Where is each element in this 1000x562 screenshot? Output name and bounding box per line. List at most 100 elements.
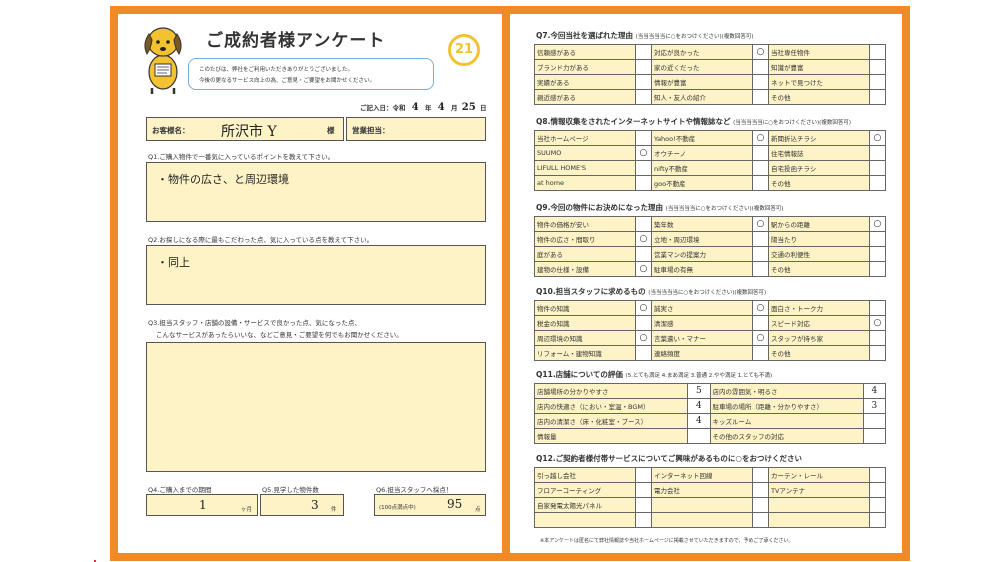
q12-option-label: [534, 512, 636, 528]
q11-option-label: 店内の雰囲気・明るさ: [709, 383, 864, 399]
q9-option-mark[interactable]: ○: [634, 261, 653, 277]
q11-option-mark[interactable]: [862, 428, 887, 444]
q12-option-mark[interactable]: [634, 467, 653, 483]
q4-answer-box[interactable]: 1 ヶ月: [146, 494, 258, 516]
q9-option-mark[interactable]: [751, 261, 770, 277]
q10-option-label: リフォーム・建物知識: [534, 345, 636, 361]
q7-option-mark[interactable]: [868, 74, 887, 90]
q10-option-mark[interactable]: ○: [751, 330, 770, 346]
q11-option-mark[interactable]: 4: [687, 398, 711, 414]
q9-option-mark[interactable]: [634, 246, 653, 262]
sales-staff-field[interactable]: 営業担当：: [346, 117, 486, 141]
q9-options-table: 物件の価格が安い 築年数 ○ 駅からの距離 ○ 物件の広さ・間取り ○ 立地・周辺環境 陽当たり…: [534, 216, 887, 277]
q8-option-mark[interactable]: [634, 175, 653, 191]
q8-option-mark[interactable]: ○: [868, 130, 887, 146]
q9-option-mark[interactable]: [751, 246, 770, 262]
q12-option-mark[interactable]: [751, 482, 770, 498]
q11-option-mark[interactable]: 5: [687, 383, 711, 399]
q7-option-mark[interactable]: [868, 59, 887, 75]
q10-option-label: 連絡頻度: [651, 345, 753, 361]
q2-answer-box[interactable]: ・同上: [146, 245, 486, 305]
q8-option-mark[interactable]: [634, 130, 653, 146]
q11-option-mark[interactable]: [862, 413, 887, 429]
q10-option-mark[interactable]: [868, 300, 887, 316]
q8-option-mark[interactable]: [751, 160, 770, 176]
q7-option-mark[interactable]: [634, 74, 653, 90]
q9-option-mark[interactable]: [868, 246, 887, 262]
q12-option-mark[interactable]: [634, 512, 653, 528]
q9-option-mark[interactable]: [868, 231, 887, 247]
q10-option-mark[interactable]: ○: [634, 330, 653, 346]
q10-option-label: 周辺環境の知識: [534, 330, 636, 346]
q10-option-mark[interactable]: [634, 315, 653, 331]
q8-option-mark[interactable]: [868, 145, 887, 161]
q10-option-mark[interactable]: ○: [751, 300, 770, 316]
q9-option-label: 駅からの距離: [768, 216, 870, 232]
q1-answer-box[interactable]: ・物件の広さ、と周辺環境: [146, 162, 486, 222]
customer-name-field[interactable]: お客様名： 所沢市 Y 様: [146, 117, 344, 141]
q3-question-line-1: Q3.担当スタッフ・店舗の設備・サービスで良かった点、気になった点、: [148, 319, 361, 327]
q7-option-mark[interactable]: ○: [751, 44, 770, 60]
q7-option-mark[interactable]: [751, 89, 770, 105]
q11-heading: Q11.店舗についての評価 (5.とても満足 4.まあ満足 3.普通 2.やや満…: [536, 369, 772, 380]
q10-option-mark[interactable]: [751, 315, 770, 331]
q9-option-mark[interactable]: [634, 216, 653, 232]
q7-option-mark[interactable]: [751, 74, 770, 90]
q8-option-mark[interactable]: [868, 160, 887, 176]
q12-option-mark[interactable]: [868, 482, 887, 498]
q10-option-mark[interactable]: [751, 345, 770, 361]
q8-option-mark[interactable]: [634, 160, 653, 176]
q8-option-mark[interactable]: [751, 175, 770, 191]
q12-option-mark[interactable]: [751, 497, 770, 513]
q6-unit: 点: [475, 507, 481, 513]
q11-option-mark[interactable]: 4: [862, 383, 887, 399]
q8-option-mark[interactable]: ○: [751, 130, 770, 146]
q9-option-mark[interactable]: [868, 261, 887, 277]
q10-title: Q10.担当スタッフに求めるもの: [536, 287, 646, 296]
q12-option-label: [768, 512, 870, 528]
q6-answer-box[interactable]: (100点満点中) 95 点: [374, 494, 486, 516]
q9-row: 物件の広さ・間取り ○ 立地・周辺環境 陽当たり: [534, 231, 887, 247]
q9-option-mark[interactable]: ○: [751, 216, 770, 232]
q5-value: 3: [311, 498, 319, 512]
q10-row: 税金の知識 清潔感 スピード対応 ○: [534, 315, 887, 331]
q8-option-mark[interactable]: [751, 145, 770, 161]
q7-option-mark[interactable]: [634, 59, 653, 75]
q9-option-mark[interactable]: [751, 231, 770, 247]
q8-option-label: 住宅情報誌: [768, 145, 870, 161]
q12-option-mark[interactable]: [634, 482, 653, 498]
q12-option-mark[interactable]: [868, 467, 887, 483]
q11-option-mark[interactable]: [687, 428, 711, 444]
q9-row: 物件の価格が安い 築年数 ○ 駅からの距離 ○: [534, 216, 887, 232]
q12-option-label: [651, 497, 753, 513]
q12-option-mark[interactable]: [751, 512, 770, 528]
q5-answer-box[interactable]: 3 件: [260, 494, 344, 516]
q3-answer-box[interactable]: [146, 342, 486, 472]
q10-option-mark[interactable]: [634, 345, 653, 361]
q11-option-label: その他のスタッフの対応: [709, 428, 864, 444]
q8-option-mark[interactable]: ○: [634, 145, 653, 161]
q7-option-mark[interactable]: [868, 44, 887, 60]
q11-option-mark[interactable]: 4: [687, 413, 711, 429]
q7-option-mark[interactable]: [634, 89, 653, 105]
q12-option-mark[interactable]: [634, 497, 653, 513]
q9-option-label: 物件の広さ・間取り: [534, 231, 636, 247]
q9-option-mark[interactable]: ○: [634, 231, 653, 247]
q4-value: 1: [199, 498, 207, 512]
q10-option-mark[interactable]: [868, 330, 887, 346]
q9-option-mark[interactable]: ○: [868, 216, 887, 232]
q8-option-label: at home: [534, 175, 636, 191]
q12-option-mark[interactable]: [868, 497, 887, 513]
q7-option-mark[interactable]: [751, 59, 770, 75]
q10-option-mark[interactable]: ○: [634, 300, 653, 316]
q8-option-mark[interactable]: [868, 175, 887, 191]
q12-option-mark[interactable]: [868, 512, 887, 528]
q7-option-mark[interactable]: [868, 89, 887, 105]
q8-row: LIFULL HOME'S nifty不動産 自宅投函チラシ: [534, 160, 887, 176]
q7-option-mark[interactable]: [634, 44, 653, 60]
q12-option-mark[interactable]: [751, 467, 770, 483]
q8-row: 当社ホームページ Yahoo!不動産 ○ 新聞折込チラシ ○: [534, 130, 887, 146]
q10-option-mark[interactable]: [868, 345, 887, 361]
q11-option-mark[interactable]: 3: [862, 398, 887, 414]
q10-option-mark[interactable]: ○: [868, 315, 887, 331]
